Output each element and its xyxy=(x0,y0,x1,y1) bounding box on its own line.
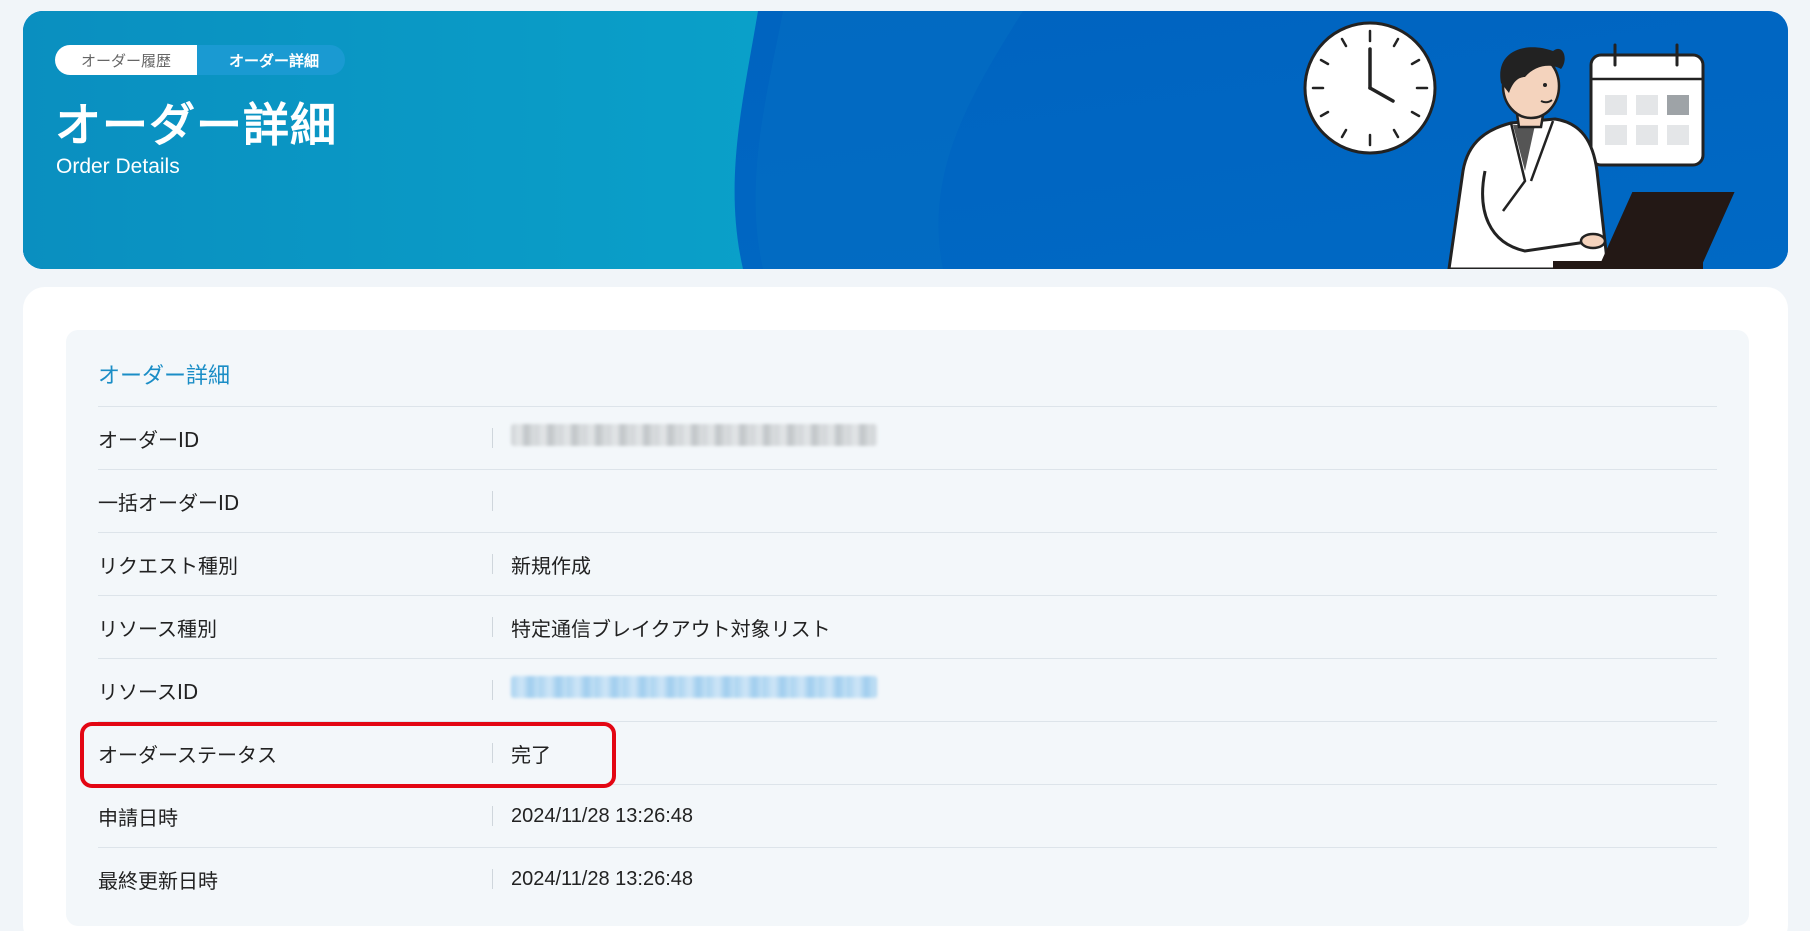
row-divider xyxy=(492,554,493,574)
order-id-value xyxy=(511,424,877,452)
page-title: オーダー詳細 xyxy=(55,98,337,152)
breadcrumb-current-page: オーダー詳細 xyxy=(197,45,346,75)
row-divider xyxy=(492,680,493,700)
row-label: オーダーステータス xyxy=(98,742,277,767)
detail-row-order-id: オーダーID xyxy=(98,407,1717,470)
row-divider xyxy=(492,617,493,637)
row-divider xyxy=(492,743,493,763)
details-card: オーダー詳細 オーダーID 一括オーダーID リクエスト種別 新規作成 リソース… xyxy=(23,287,1788,931)
breadcrumb: オーダー履歴 オーダー詳細 xyxy=(55,45,346,75)
redacted-resource-id-link[interactable] xyxy=(511,676,877,698)
order-status-value: 完了 xyxy=(511,744,551,767)
row-divider xyxy=(492,428,493,448)
last-updated-value: 2024/11/28 13:26:48 xyxy=(511,867,694,890)
hero-illustration xyxy=(1303,21,1735,269)
request-type-value: 新規作成 xyxy=(511,555,591,578)
resource-type-value: 特定通信ブレイクアウト対象リスト xyxy=(511,618,831,641)
row-divider xyxy=(492,806,493,826)
row-label: 一括オーダーID xyxy=(98,490,240,515)
detail-row-last-updated: 最終更新日時 2024/11/28 13:26:48 xyxy=(98,848,1717,910)
row-label: リソースID xyxy=(98,679,199,704)
detail-row-requested-at: 申請日時 2024/11/28 13:26:48 xyxy=(98,785,1717,848)
calendar-icon xyxy=(1589,43,1705,167)
row-label: 申請日時 xyxy=(98,805,178,830)
redacted-order-id xyxy=(511,424,877,446)
row-label: 最終更新日時 xyxy=(98,868,218,893)
row-label: オーダーID xyxy=(98,427,200,452)
detail-table: オーダーID 一括オーダーID リクエスト種別 新規作成 リソース種別 特定通信… xyxy=(98,406,1717,910)
resource-id-value[interactable] xyxy=(511,676,877,704)
row-label: リクエスト種別 xyxy=(98,553,238,578)
order-detail-panel: オーダー詳細 オーダーID 一括オーダーID リクエスト種別 新規作成 リソース… xyxy=(66,330,1749,926)
order-details-page: オーダー履歴 オーダー詳細 オーダー詳細 Order Details オーダー詳… xyxy=(0,0,1810,931)
row-divider xyxy=(492,869,493,889)
hero-banner: オーダー履歴 オーダー詳細 オーダー詳細 Order Details xyxy=(23,11,1788,269)
clock-icon xyxy=(1303,21,1437,155)
person-illustration xyxy=(1447,47,1610,269)
row-divider xyxy=(492,491,493,511)
detail-row-order-status: オーダーステータス 完了 xyxy=(98,722,1717,785)
detail-row-resource-id: リソースID xyxy=(98,659,1717,722)
breadcrumb-order-history-link[interactable]: オーダー履歴 xyxy=(55,45,212,75)
detail-row-request-type: リクエスト種別 新規作成 xyxy=(98,533,1717,596)
page-subtitle: Order Details xyxy=(56,155,180,178)
section-title: オーダー詳細 xyxy=(98,364,231,389)
row-label: リソース種別 xyxy=(98,616,217,641)
detail-row-bulk-order-id: 一括オーダーID xyxy=(98,470,1717,533)
requested-at-value: 2024/11/28 13:26:48 xyxy=(511,804,694,827)
detail-row-resource-type: リソース種別 特定通信ブレイクアウト対象リスト xyxy=(98,596,1717,659)
